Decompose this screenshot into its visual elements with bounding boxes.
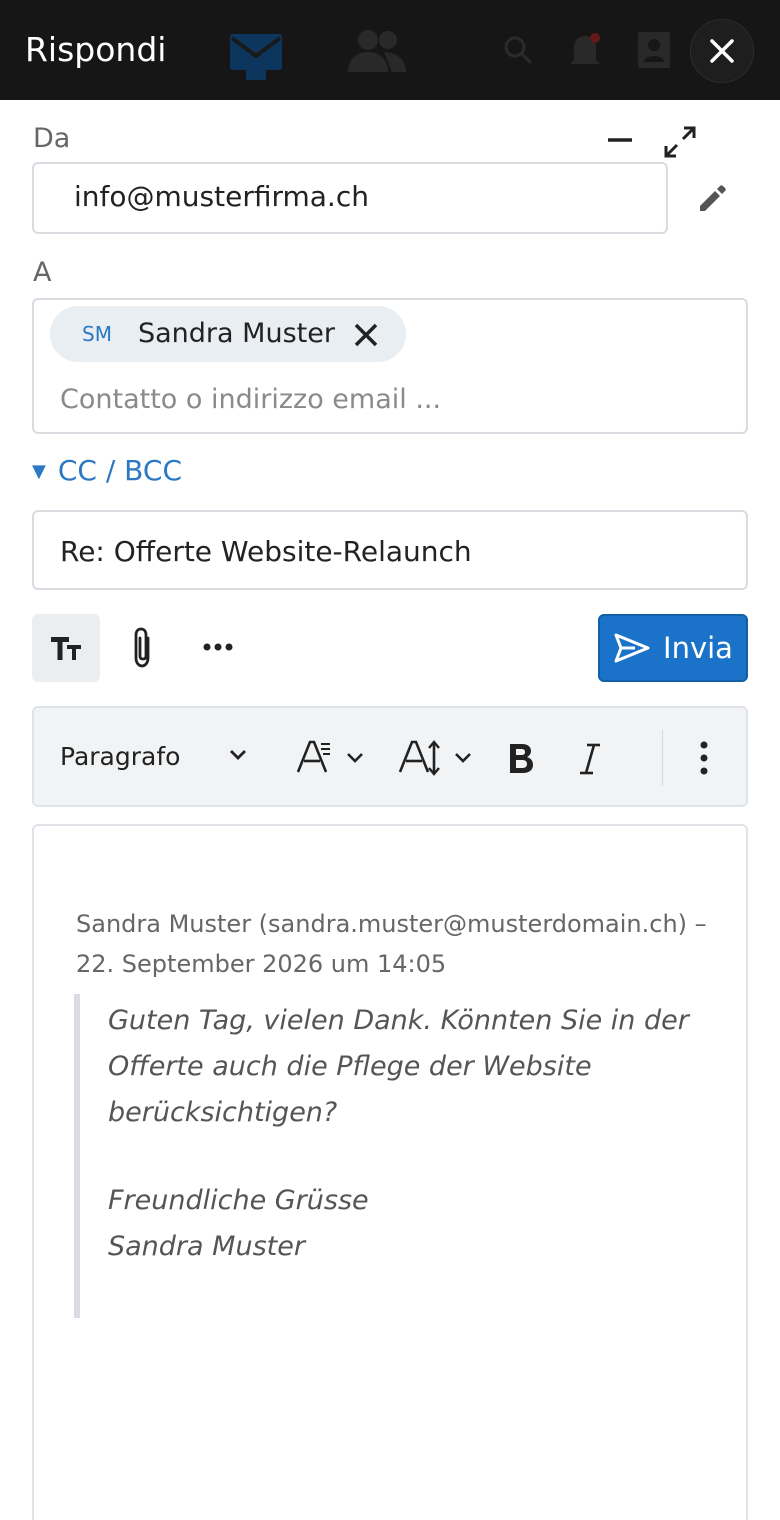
toolbar-divider [662,730,663,786]
more-vertical-icon[interactable] [698,740,710,776]
paragraph-style-select[interactable]: Paragrafo [60,742,180,771]
top-bar: Rispondi [0,0,780,100]
more-horizontal-icon[interactable] [202,640,234,654]
from-label: Da [33,123,71,154]
caret-down-icon: ▼ [32,461,46,482]
subject-field[interactable]: Re: Offerte Website-Relaunch [32,510,748,590]
recipient-name: Sandra Muster [138,318,335,349]
recipient-initials: SM [82,322,112,346]
people-icon[interactable] [344,28,408,74]
line-height-icon[interactable] [398,738,476,778]
mail-icon[interactable] [228,30,284,84]
quote-border [74,994,80,1318]
chevron-down-icon[interactable] [228,748,248,762]
recipient-input-placeholder[interactable]: Contatto o indirizzo email ... [60,384,441,415]
close-icon [710,39,734,63]
dialog-title: Rispondi [25,30,167,69]
recipient-chip[interactable]: SM Sandra Muster [50,306,406,362]
quote-line: Freundliche Grüsse [108,1185,369,1216]
send-icon [614,633,650,663]
send-label: Invia [663,631,733,665]
pencil-icon[interactable] [696,182,728,214]
quoted-message: Guten Tag, vielen Dank. Könnten Sie in d… [108,998,718,1270]
text-format-icon [51,637,81,660]
bell-icon[interactable] [568,30,602,70]
font-size-icon[interactable] [296,738,368,778]
quote-line: Sandra Muster [108,1231,305,1262]
formatting-toolbar: Paragrafo [32,706,748,807]
cc-bcc-toggle[interactable]: ▼ CC / BCC [32,454,182,487]
expand-icon[interactable] [662,124,698,160]
close-button[interactable] [690,19,754,83]
text-format-button[interactable] [32,614,100,682]
bold-icon[interactable] [506,742,536,776]
contacts-icon[interactable] [636,30,672,70]
send-button[interactable]: Invia [598,614,748,682]
search-icon[interactable] [502,34,534,66]
from-field[interactable]: info@musterfirma.ch [32,162,668,234]
message-editor[interactable]: Sandra Muster (sandra.muster@musterdomai… [32,824,748,1520]
remove-recipient-icon[interactable] [350,319,382,351]
from-value: info@musterfirma.ch [74,180,369,213]
paperclip-icon[interactable] [128,626,158,670]
quote-header: Sandra Muster (sandra.muster@musterdomai… [76,910,707,978]
cc-bcc-label: CC / BCC [57,454,182,487]
subject-value: Re: Offerte Website-Relaunch [60,535,472,568]
quote-line: Guten Tag, vielen Dank. Könnten Sie in d… [108,1005,689,1128]
italic-icon[interactable] [578,742,602,776]
minimize-icon[interactable] [606,130,634,150]
to-label: A [33,257,52,288]
